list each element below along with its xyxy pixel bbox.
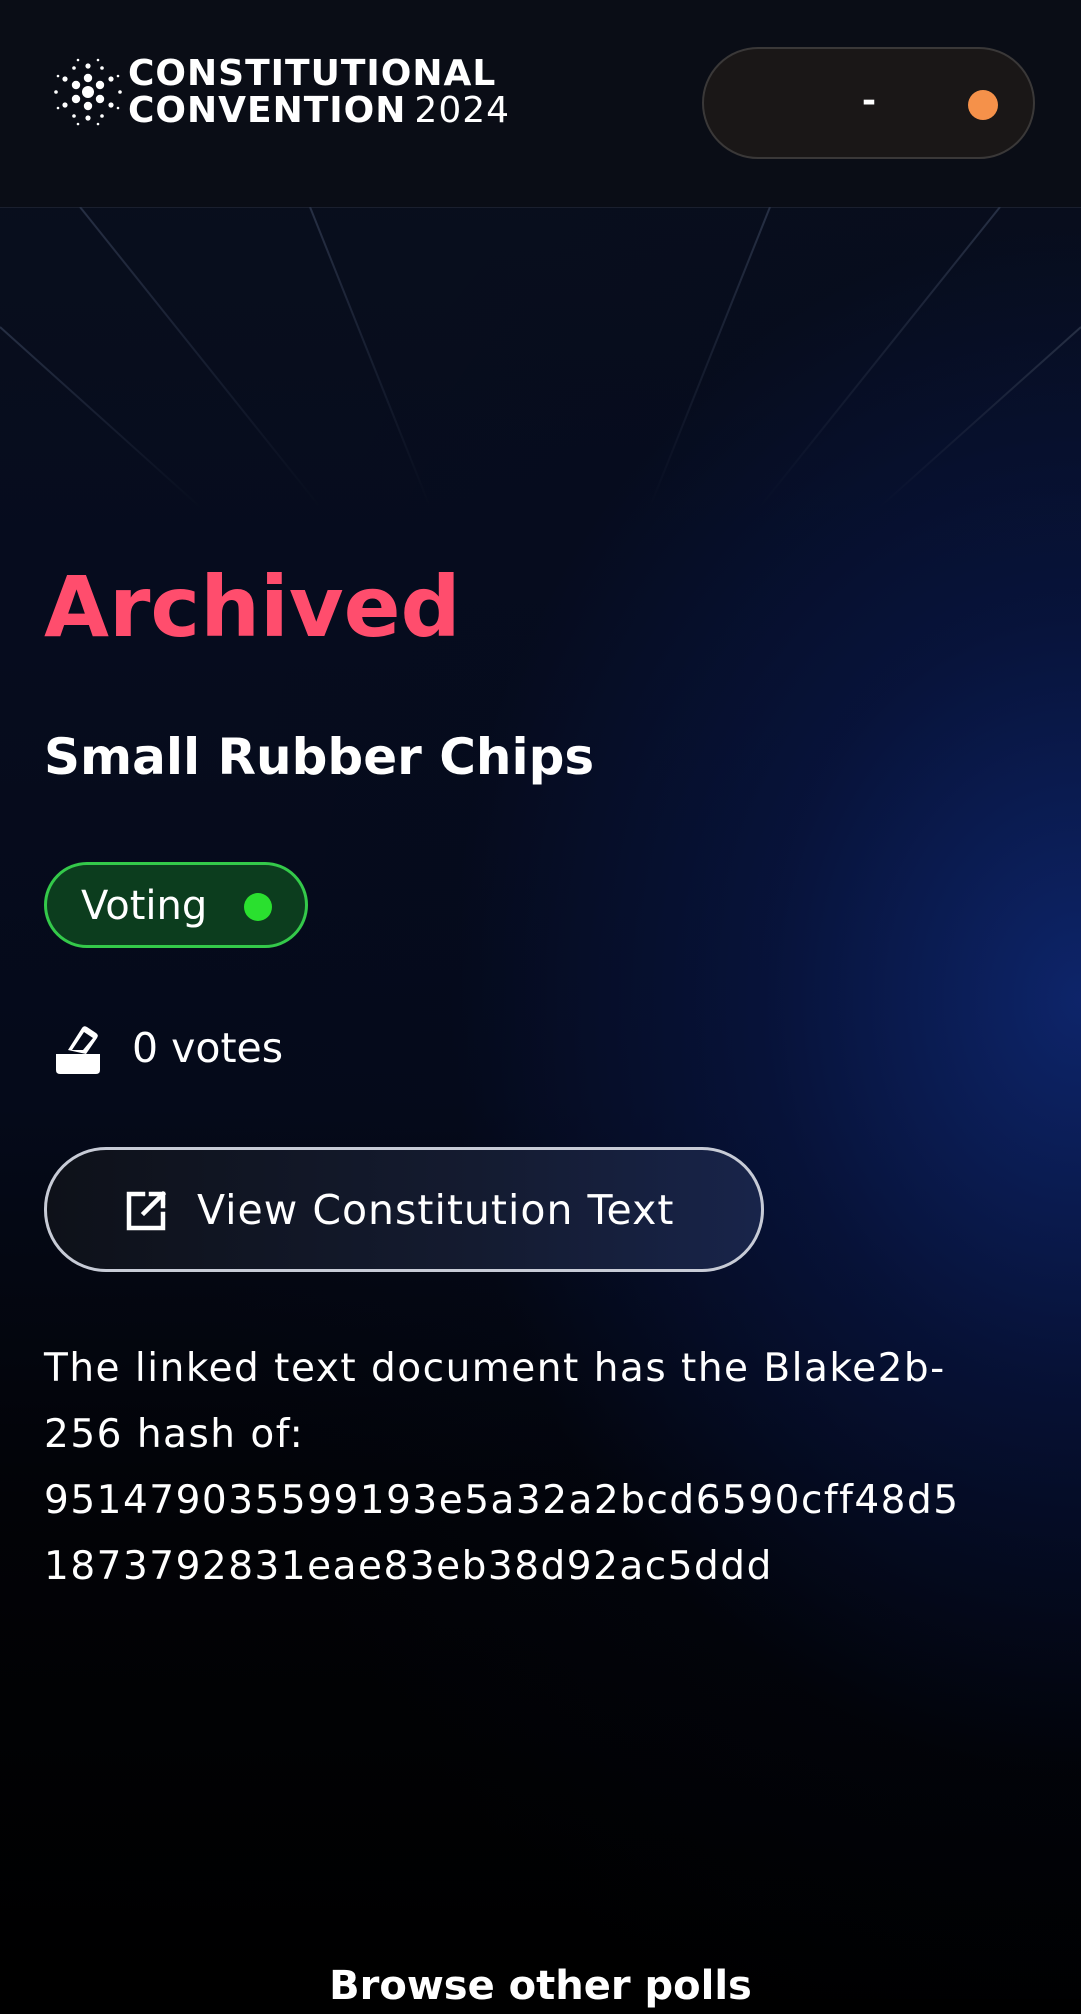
external-link-icon: [126, 1190, 167, 1231]
top-header: CONSTITUTIONAL CONVENTION 2024 -: [0, 0, 1081, 208]
hash-text-line: The linked text document has the Blake2b…: [44, 1346, 946, 1391]
poll-status-title: Archived: [44, 558, 461, 656]
view-constitution-text-label: View Constitution Text: [197, 1186, 675, 1234]
hash-value-line: 951479035599193e5a32a2bcd6590cff48d5: [44, 1478, 960, 1523]
logo-title-line2: CONVENTION 2024: [128, 92, 510, 130]
cardano-logo-icon[interactable]: [52, 56, 124, 128]
logo-title-convention: CONVENTION: [128, 90, 407, 131]
voting-status-dot: [244, 893, 272, 921]
ballot-box-icon: [56, 1026, 100, 1074]
view-constitution-text-button[interactable]: View Constitution Text: [44, 1147, 764, 1272]
perspective-grid-decoration: [0, 207, 1081, 508]
hash-value-line: 1873792831eae83eb38d92ac5ddd: [44, 1544, 773, 1589]
voting-phase-label: Voting: [81, 883, 208, 929]
wallet-connect-button[interactable]: -: [702, 47, 1035, 159]
votes-count: 0 votes: [132, 1024, 284, 1072]
wallet-label: -: [858, 81, 880, 121]
browse-other-polls-link[interactable]: Browse other polls: [0, 1958, 1081, 2014]
voting-phase-badge: Voting: [44, 862, 308, 948]
logo-year: 2024: [414, 90, 511, 131]
document-hash-description: The linked text document has the Blake2b…: [44, 1336, 1044, 1600]
wallet-status-dot: [968, 90, 998, 120]
logo-title-line1: CONSTITUTIONAL: [128, 53, 497, 94]
poll-name: Small Rubber Chips: [44, 728, 595, 786]
hash-text-line: 256 hash of:: [44, 1412, 305, 1457]
